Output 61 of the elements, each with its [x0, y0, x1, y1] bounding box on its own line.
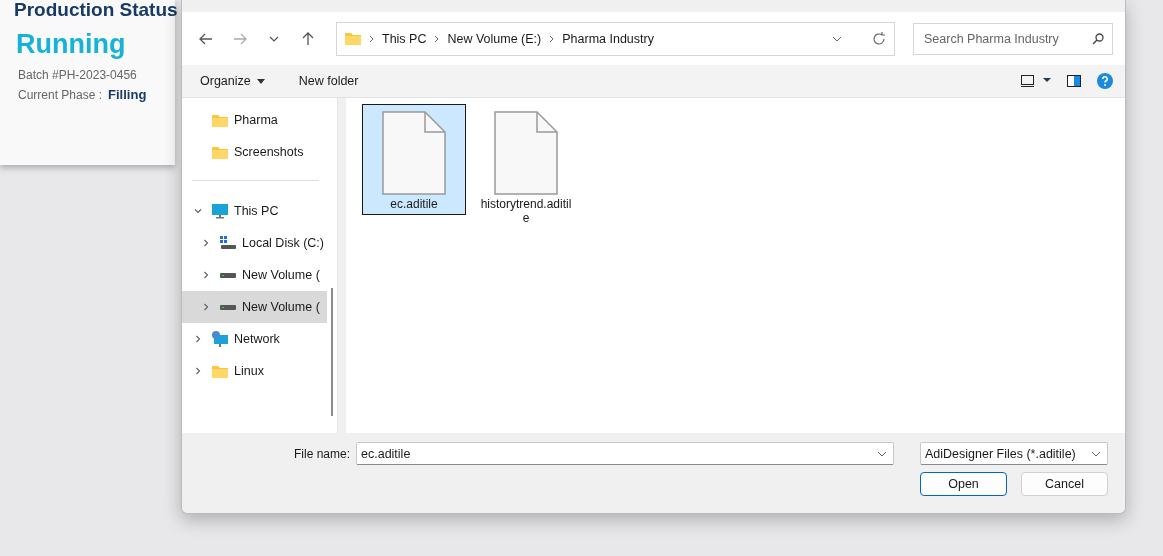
caret-icon — [256, 78, 265, 84]
view-icon[interactable] — [1021, 75, 1051, 87]
chevron-icon[interactable] — [202, 271, 210, 279]
batch-text: Batch #PH-2023-0456 — [18, 68, 137, 82]
search-icon — [1092, 32, 1104, 45]
breadcrumb-item[interactable]: This PC — [382, 31, 427, 46]
nav-item[interactable]: New Volume ( — [182, 259, 327, 291]
folder-icon — [212, 145, 228, 159]
folder-icon — [345, 32, 361, 45]
nav-item[interactable]: This PC — [182, 195, 327, 227]
file-name-label: File name: — [293, 446, 350, 461]
chevron-icon[interactable] — [202, 239, 210, 247]
help-icon[interactable] — [1097, 73, 1113, 89]
chevron-icon — [269, 35, 279, 42]
phase-label: Current Phase : — [18, 88, 103, 102]
dropdown-icon[interactable] — [832, 35, 842, 42]
phase-value: Filling — [108, 87, 147, 102]
folder-icon — [212, 113, 228, 127]
preview-pane-icon[interactable] — [1067, 75, 1081, 87]
chevron-icon[interactable] — [194, 207, 202, 215]
nav-item[interactable]: Linux — [182, 355, 327, 387]
chevron-icon[interactable] — [202, 303, 210, 311]
forward-arrow-icon — [233, 32, 247, 45]
drive-icon — [220, 236, 236, 250]
nav-item[interactable]: New Volume ( — [182, 291, 327, 323]
chevron-icon — [434, 34, 440, 43]
address-bar[interactable]: This PC New Volume (E:) Pharma Industry — [336, 21, 895, 56]
file-item[interactable]: ec.aditile — [362, 104, 466, 215]
nav-item[interactable]: Screenshots — [182, 136, 327, 168]
scrollbar-thumb[interactable] — [331, 288, 333, 416]
nav-item[interactable]: Pharma — [182, 104, 327, 136]
open-button[interactable]: Open — [920, 472, 1007, 496]
file-item[interactable]: historytrend.aditile — [474, 104, 578, 229]
nav-item[interactable]: Local Disk (C:) — [182, 227, 327, 259]
chevron-icon[interactable] — [194, 335, 202, 343]
dropdown-icon[interactable] — [1091, 450, 1101, 457]
file-icon — [382, 111, 446, 195]
monitor-icon — [212, 203, 228, 219]
cancel-button[interactable]: Cancel — [1021, 472, 1108, 496]
status-text: Running — [16, 29, 127, 60]
up-arrow-icon — [302, 31, 314, 46]
chevron-icon[interactable] — [194, 367, 202, 375]
new-folder-button[interactable]: New folder — [296, 72, 361, 90]
breadcrumb-item[interactable]: New Volume (E:) — [447, 31, 542, 46]
chevron-icon — [549, 34, 555, 43]
file-type-dropdown[interactable]: AdiDesigner Files (*.aditile) — [920, 442, 1108, 465]
card-title: Production Status — [14, 0, 175, 21]
file-icon — [494, 111, 558, 195]
network-icon — [212, 331, 228, 347]
drive-icon — [220, 304, 236, 310]
organize-button[interactable]: Organize — [198, 72, 267, 90]
search-field[interactable]: Search Pharma Industry — [913, 22, 1113, 55]
drive-icon — [220, 272, 236, 278]
breadcrumb-item[interactable]: Pharma Industry — [562, 31, 654, 46]
folder-icon — [212, 364, 228, 378]
chevron-icon — [369, 34, 374, 43]
dropdown-icon[interactable] — [877, 450, 887, 457]
file-name-field[interactable]: ec.aditile — [356, 442, 894, 465]
refresh-icon[interactable] — [872, 31, 886, 46]
back-arrow-icon — [199, 32, 213, 45]
nav-item[interactable]: Network — [182, 323, 327, 355]
